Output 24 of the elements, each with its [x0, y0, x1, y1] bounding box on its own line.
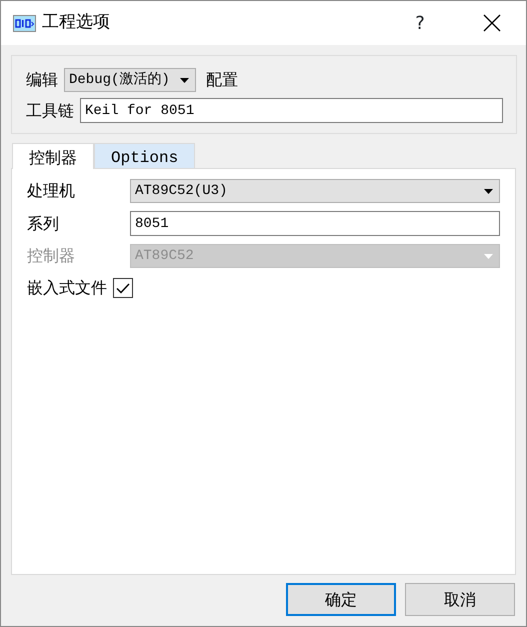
field-label: 控制器: [27, 245, 76, 267]
checkbox[interactable]: [113, 278, 133, 298]
field-label: 处理机: [27, 180, 76, 202]
close-icon[interactable]: [483, 14, 501, 32]
config-dropdown[interactable]: Debug(激活的): [64, 68, 196, 92]
help-button[interactable]: ?: [400, 10, 440, 36]
check-icon: [116, 282, 130, 294]
caret-icon: [180, 78, 189, 82]
dropdown-field[interactable]: AT89C52(U3): [130, 179, 500, 203]
config-label: 编辑: [26, 69, 58, 91]
toolchain-label: 工具链: [26, 100, 74, 122]
config-suffix-label: 配置: [206, 69, 238, 91]
toolchain-field[interactable]: Keil for 8051: [80, 98, 503, 123]
caret-icon: [484, 254, 493, 258]
text-field[interactable]: 8051: [130, 211, 500, 236]
window-title: 工程选项: [42, 11, 111, 34]
field-label: 系列: [27, 212, 60, 234]
app-icon: [13, 14, 36, 32]
ok-button[interactable]: 确定: [286, 583, 396, 616]
field-label: 嵌入式文件: [27, 277, 107, 299]
caret-icon: [484, 188, 493, 194]
cancel-button[interactable]: 取消: [405, 583, 515, 616]
options-tab[interactable]: Options: [94, 143, 196, 168]
controller-tab[interactable]: 控制器: [12, 143, 94, 169]
